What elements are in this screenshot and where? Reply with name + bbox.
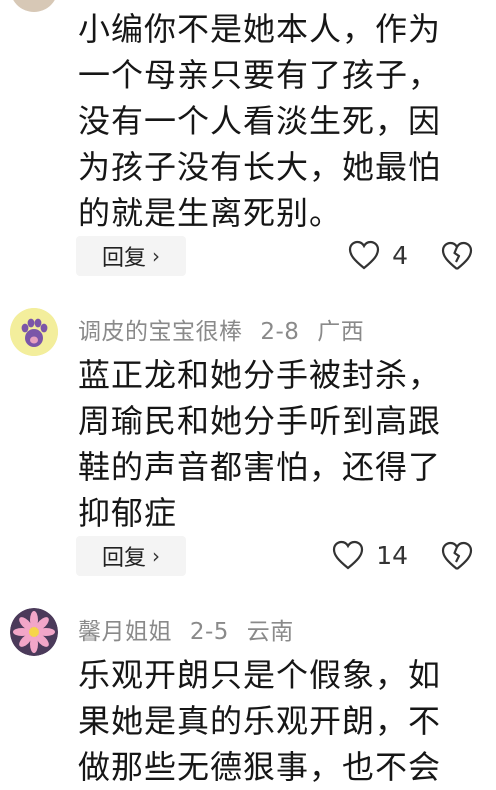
reply-label: 回复	[101, 246, 146, 271]
comment-line: 一个母亲只要有了孩子，	[78, 56, 442, 94]
chevron-right-icon: ›	[152, 244, 160, 268]
dislike-button[interactable]	[440, 240, 474, 274]
comment-text: 乐观开朗只是个假象，如 果她是真的乐观开朗，不 做那些无德狠事，也不会	[78, 652, 482, 790]
avatar[interactable]	[10, 608, 58, 656]
comment-line: 乐观开朗只是个假象，如	[78, 656, 442, 694]
heart-outline-icon	[348, 240, 380, 270]
comment-line: 抑郁症	[78, 494, 178, 532]
comment-line: 做那些无德狠事，也不会	[78, 748, 442, 786]
like-count: 4	[392, 240, 408, 270]
comment-meta: 馨月姐姐 2-5 云南	[78, 612, 304, 646]
avatar[interactable]	[10, 308, 58, 356]
dislike-button[interactable]	[440, 540, 474, 574]
reply-button[interactable]: 回复 ›	[76, 236, 186, 276]
heart-outline-icon	[333, 540, 364, 570]
like-count: 14	[376, 540, 408, 570]
comment-line: 周瑜民和她分手听到高跟	[78, 402, 442, 440]
like-button[interactable]: 14	[332, 540, 408, 570]
broken-heart-icon	[441, 241, 473, 270]
comment-meta: 调皮的宝宝很棒 2-8 广西	[78, 312, 374, 346]
comment-line: 小编你不是她本人，作为	[78, 10, 442, 48]
comment-item: 小编你不是她本人，作为 一个母亲只要有了孩子， 没有一个人看淡生死，因 为孩子没…	[0, 0, 496, 290]
comment-date: 2-8	[260, 319, 300, 345]
author-name[interactable]: 调皮的宝宝很棒	[78, 319, 243, 345]
flower-avatar-icon	[10, 608, 58, 656]
reply-button[interactable]: 回复 ›	[76, 536, 186, 576]
comment-date: 2-5	[189, 619, 229, 645]
comment-line: 的就是生离死别。	[78, 194, 343, 232]
reply-label: 回复	[101, 546, 146, 571]
chevron-right-icon: ›	[152, 544, 160, 568]
comment-line: 为孩子没有长大，她最怕	[78, 148, 442, 186]
author-name[interactable]: 馨月姐姐	[78, 619, 172, 645]
comment-line: 果她是真的乐观开朗，不	[78, 702, 442, 740]
comment-text: 小编你不是她本人，作为 一个母亲只要有了孩子， 没有一个人看淡生死，因 为孩子没…	[78, 6, 482, 236]
comment-line: 蓝正龙和她分手被封杀，	[78, 356, 442, 394]
comment-line: 没有一个人看淡生死，因	[78, 102, 442, 140]
broken-heart-icon	[441, 541, 473, 570]
comment-location: 云南	[246, 619, 294, 645]
comment-line: 鞋的声音都害怕，还得了	[78, 448, 442, 486]
comment-text: 蓝正龙和她分手被封杀， 周瑜民和她分手听到高跟 鞋的声音都害怕，还得了 抑郁症	[78, 352, 482, 536]
like-button[interactable]: 4	[348, 240, 408, 270]
comment-item: 馨月姐姐 2-5 云南 乐观开朗只是个假象，如 果她是真的乐观开朗，不 做那些无…	[0, 600, 496, 790]
comment-location: 广西	[317, 319, 365, 345]
comment-item: 调皮的宝宝很棒 2-8 广西 蓝正龙和她分手被封杀， 周瑜民和她分手听到高跟 鞋…	[0, 300, 496, 590]
paw-avatar-icon	[10, 308, 58, 356]
